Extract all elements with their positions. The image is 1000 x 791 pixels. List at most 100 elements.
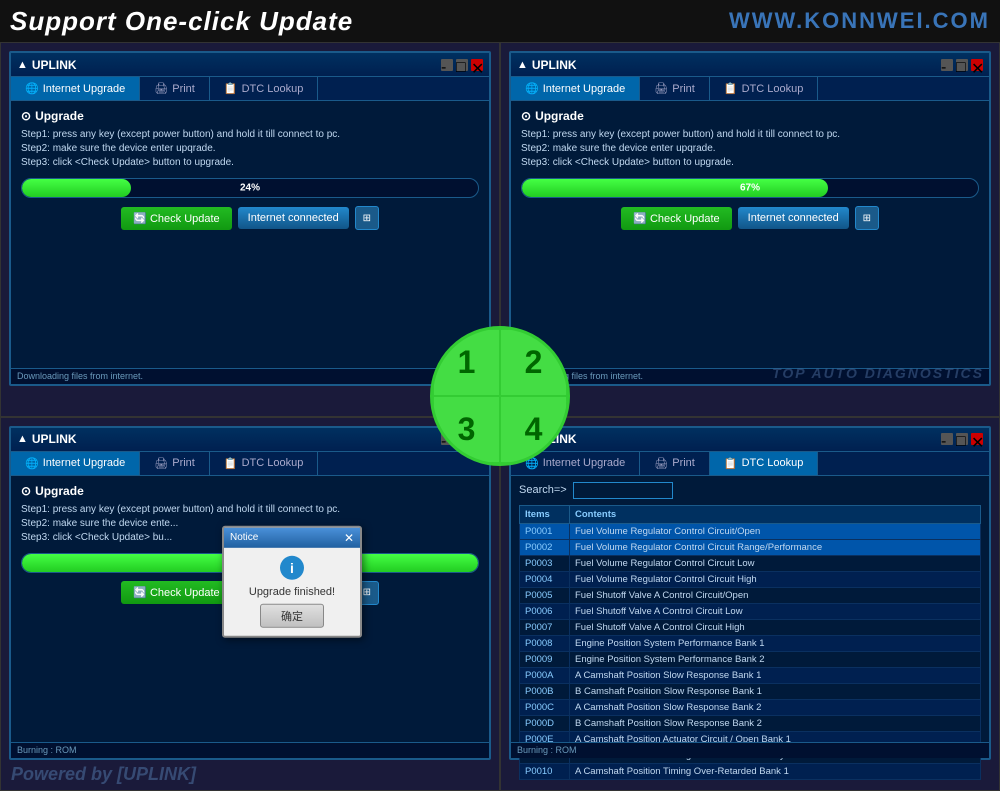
dtc-icon-1: 📋 bbox=[224, 82, 238, 95]
status-bar-3: Burning : ROM bbox=[11, 742, 489, 758]
window-controls-4: - □ ✕ bbox=[941, 433, 983, 445]
minimize-btn-1[interactable]: - bbox=[441, 59, 453, 71]
table-row[interactable]: P0003Fuel Volume Regulator Control Circu… bbox=[520, 555, 981, 571]
dtc-code: P0001 bbox=[520, 523, 570, 539]
dtc-icon-3: 📋 bbox=[224, 457, 238, 470]
check-update-btn-3[interactable]: 🔄 Check Update bbox=[121, 581, 231, 604]
close-btn-4[interactable]: ✕ bbox=[971, 433, 983, 445]
minimize-btn-2[interactable]: - bbox=[941, 59, 953, 71]
tabs-3: 🌐 Internet Upgrade 🖨 Print 📋 DTC Lookup bbox=[11, 452, 489, 476]
maximize-btn-4[interactable]: □ bbox=[956, 433, 968, 445]
window-title-2: UPLINK bbox=[532, 58, 941, 72]
search-row: Search=> bbox=[519, 482, 981, 499]
table-row[interactable]: P000DB Camshaft Position Slow Response B… bbox=[520, 715, 981, 731]
titlebar-2: ▲ UPLINK - □ ✕ bbox=[511, 53, 989, 77]
table-row[interactable]: P0009Engine Position System Performance … bbox=[520, 651, 981, 667]
window-content-3: ⊙ Upgrade Step1: press any key (except p… bbox=[11, 476, 489, 613]
dtc-code: P000C bbox=[520, 699, 570, 715]
step1-3: Step1: press any key (except power butto… bbox=[21, 504, 479, 515]
table-row[interactable]: P000AA Camshaft Position Slow Response B… bbox=[520, 667, 981, 683]
connect-icon-btn-1[interactable]: ⊞ bbox=[355, 206, 379, 230]
maximize-btn-1[interactable]: □ bbox=[456, 59, 468, 71]
step2-1: Step2: make sure the device enter upqrad… bbox=[21, 143, 479, 154]
header-bar: Support One-click Update WWW.KONNWEI.COM bbox=[0, 0, 1000, 42]
window-content-1: ⊙ Upgrade Step1: press any key (except p… bbox=[11, 101, 489, 238]
search-label: Search=> bbox=[519, 484, 567, 496]
titlebar-4: ▲ UPLINK - □ ✕ bbox=[511, 428, 989, 452]
dtc-code: P0008 bbox=[520, 635, 570, 651]
tab-dtc-2[interactable]: 📋 DTC Lookup bbox=[710, 77, 818, 100]
tab-dtc-4[interactable]: 📋 DTC Lookup bbox=[710, 452, 818, 475]
tab-dtc-3[interactable]: 📋 DTC Lookup bbox=[210, 452, 318, 475]
step1-2: Step1: press any key (except power butto… bbox=[521, 129, 979, 140]
dtc-desc: A Camshaft Position Slow Response Bank 1 bbox=[570, 667, 981, 683]
notice-ok-button[interactable]: 确定 bbox=[260, 604, 324, 628]
table-row[interactable]: P0005Fuel Shutoff Valve A Control Circui… bbox=[520, 587, 981, 603]
dtc-code: P0002 bbox=[520, 539, 570, 555]
search-input[interactable] bbox=[573, 482, 673, 499]
internet-icon-2: 🌐 bbox=[525, 82, 539, 95]
progress-bar-1: 24% bbox=[21, 178, 479, 198]
table-row[interactable]: P0002Fuel Volume Regulator Control Circu… bbox=[520, 539, 981, 555]
minimize-btn-4[interactable]: - bbox=[941, 433, 953, 445]
quadrant-1: ▲ UPLINK - □ ✕ 🌐 Internet Upgrade 🖨 Prin… bbox=[0, 42, 500, 417]
progress-bar-2: 67% bbox=[521, 178, 979, 198]
table-row[interactable]: P0004Fuel Volume Regulator Control Circu… bbox=[520, 571, 981, 587]
notice-titlebar: Notice ✕ bbox=[224, 528, 360, 548]
page-title: Support One-click Update bbox=[10, 6, 353, 37]
dtc-code: P0010 bbox=[520, 763, 570, 779]
tab-print-1[interactable]: 🖨 Print bbox=[140, 77, 210, 100]
internet-connected-btn-2[interactable]: Internet connected bbox=[738, 207, 849, 229]
dtc-desc: Fuel Shutoff Valve A Control Circuit Low bbox=[570, 603, 981, 619]
table-row[interactable]: P0001Fuel Volume Regulator Control Circu… bbox=[520, 523, 981, 539]
print-icon-3: 🖨 bbox=[154, 457, 168, 470]
table-row[interactable]: P0007Fuel Shutoff Valve A Control Circui… bbox=[520, 619, 981, 635]
notice-info-icon: i bbox=[280, 556, 304, 580]
dtc-desc: Fuel Volume Regulator Control Circuit Ra… bbox=[570, 539, 981, 555]
internet-connected-btn-1[interactable]: Internet connected bbox=[238, 207, 349, 229]
dtc-code: P0003 bbox=[520, 555, 570, 571]
dtc-desc: B Camshaft Position Slow Response Bank 2 bbox=[570, 715, 981, 731]
notice-close-btn[interactable]: ✕ bbox=[344, 531, 354, 545]
dtc-desc: Engine Position System Performance Bank … bbox=[570, 651, 981, 667]
tab-dtc-1[interactable]: 📋 DTC Lookup bbox=[210, 77, 318, 100]
tab-print-3[interactable]: 🖨 Print bbox=[140, 452, 210, 475]
table-row[interactable]: P000BB Camshaft Position Slow Response B… bbox=[520, 683, 981, 699]
table-row[interactable]: P0008Engine Position System Performance … bbox=[520, 635, 981, 651]
window-title-4: UPLINK bbox=[532, 432, 941, 446]
dtc-code: P000B bbox=[520, 683, 570, 699]
notice-dialog: Notice ✕ i Upgrade finished! 确定 bbox=[222, 526, 362, 638]
dtc-icon-4: 📋 bbox=[724, 457, 738, 470]
tab-internet-upgrade-2[interactable]: 🌐 Internet Upgrade bbox=[511, 77, 640, 100]
notice-body: i Upgrade finished! 确定 bbox=[224, 548, 360, 636]
upgrade-title-3: ⊙ Upgrade bbox=[21, 484, 479, 498]
tab-print-2[interactable]: 🖨 Print bbox=[640, 77, 710, 100]
table-row[interactable]: P0006Fuel Shutoff Valve A Control Circui… bbox=[520, 603, 981, 619]
print-icon-1: 🖨 bbox=[154, 82, 168, 95]
connect-icon-btn-2[interactable]: ⊞ bbox=[855, 206, 879, 230]
watermark-2: TOP AUTO DIAGNOSTICS bbox=[772, 365, 984, 381]
window-title-3: UPLINK bbox=[32, 432, 441, 446]
step1-1: Step1: press any key (except power butto… bbox=[21, 129, 479, 140]
check-update-btn-2[interactable]: 🔄 Check Update bbox=[621, 207, 731, 230]
table-row[interactable]: P000CA Camshaft Position Slow Response B… bbox=[520, 699, 981, 715]
dtc-desc: Fuel Volume Regulator Control Circuit Hi… bbox=[570, 571, 981, 587]
upgrade-title-1: ⊙ Upgrade bbox=[21, 109, 479, 123]
tab-internet-upgrade-3[interactable]: 🌐 Internet Upgrade bbox=[11, 452, 140, 475]
col-contents: Contents bbox=[570, 505, 981, 523]
maximize-btn-2[interactable]: □ bbox=[956, 59, 968, 71]
check-update-btn-1[interactable]: 🔄 Check Update bbox=[121, 207, 231, 230]
quadrant-4: ▲ UPLINK - □ ✕ 🌐 Internet Upgrade 🖨 Prin… bbox=[500, 417, 1000, 791]
print-icon-4: 🖨 bbox=[654, 457, 668, 470]
tab-internet-upgrade-1[interactable]: 🌐 Internet Upgrade bbox=[11, 77, 140, 100]
close-btn-2[interactable]: ✕ bbox=[971, 59, 983, 71]
dtc-code: P0006 bbox=[520, 603, 570, 619]
table-row[interactable]: P0010A Camshaft Position Timing Over-Ret… bbox=[520, 763, 981, 779]
uplink-window-2: ▲ UPLINK - □ ✕ 🌐 Internet Upgrade 🖨 Prin… bbox=[509, 51, 991, 386]
dtc-desc: Fuel Volume Regulator Control Circuit Lo… bbox=[570, 555, 981, 571]
tab-print-4[interactable]: 🖨 Print bbox=[640, 452, 710, 475]
close-btn-1[interactable]: ✕ bbox=[471, 59, 483, 71]
tabs-1: 🌐 Internet Upgrade 🖨 Print 📋 DTC Lookup bbox=[11, 77, 489, 101]
upgrade-title-2: ⊙ Upgrade bbox=[521, 109, 979, 123]
step2-2: Step2: make sure the device enter upqrad… bbox=[521, 143, 979, 154]
